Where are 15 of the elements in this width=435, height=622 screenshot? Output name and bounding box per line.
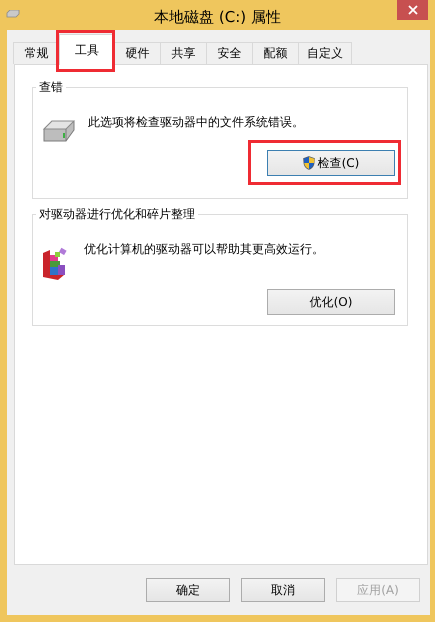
- tab[interactable]: 自定义: [298, 42, 352, 64]
- hard-drive-icon: [42, 120, 76, 142]
- group-title: 对驱动器进行优化和碎片整理: [36, 206, 198, 223]
- shield-icon: [302, 156, 315, 170]
- description-text: 优化计算机的驱动器可以帮助其更高效运行。: [84, 241, 324, 258]
- close-icon: [408, 5, 418, 15]
- window-title: 本地磁盘 (C:) 属性: [154, 8, 281, 26]
- action-button[interactable]: 检查(C): [267, 150, 395, 176]
- action-button[interactable]: 优化(O): [267, 289, 395, 315]
- drive-icon: [6, 10, 20, 18]
- dialog-button[interactable]: 取消: [241, 578, 325, 602]
- dialog-button[interactable]: 确定: [146, 578, 230, 602]
- close-button[interactable]: [397, 0, 428, 20]
- tab[interactable]: 工具: [59, 34, 115, 65]
- description-text: 此选项将检查驱动器中的文件系统错误。: [88, 114, 304, 131]
